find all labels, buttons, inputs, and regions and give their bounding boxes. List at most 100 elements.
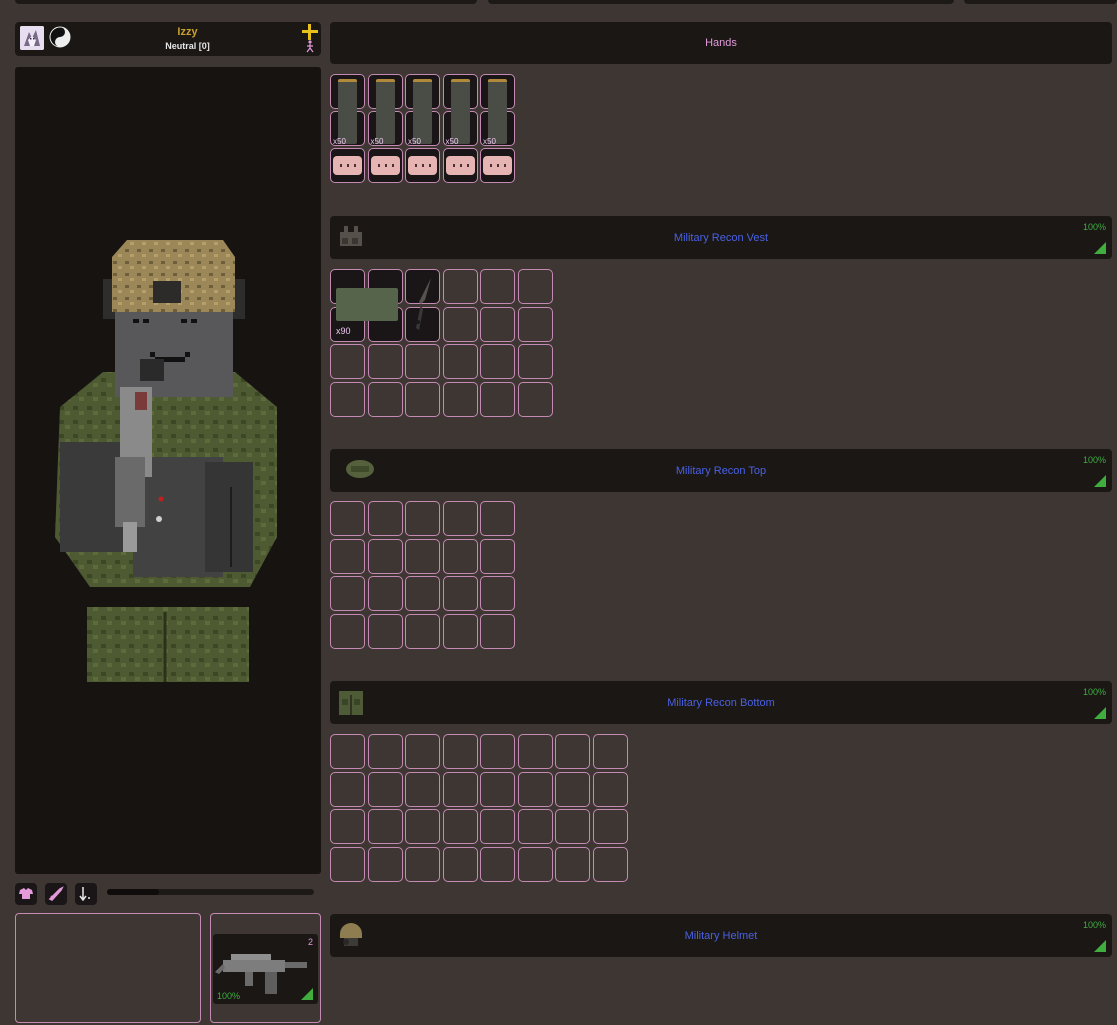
inventory-slot[interactable] <box>442 809 478 844</box>
inventory-slot[interactable] <box>555 734 590 769</box>
inventory-slot[interactable] <box>517 809 553 844</box>
inventory-slot[interactable] <box>405 771 440 807</box>
inventory-slot[interactable] <box>480 269 515 304</box>
inventory-slot[interactable] <box>405 576 440 611</box>
weapon-button[interactable] <box>45 883 67 905</box>
inventory-slot[interactable] <box>367 771 403 807</box>
inventory-slot[interactable] <box>592 809 628 844</box>
inventory-slot[interactable] <box>517 306 553 342</box>
top-durability: 100% <box>1082 455 1106 465</box>
inventory-slot[interactable] <box>517 846 553 882</box>
inventory-slot[interactable] <box>592 771 628 807</box>
clothing-button[interactable] <box>15 883 37 905</box>
inventory-slot[interactable] <box>405 846 440 882</box>
slider-fill[interactable] <box>107 889 159 895</box>
bottom-header[interactable]: Military Recon Bottom 100% <box>330 681 1112 724</box>
inventory-slot[interactable] <box>480 344 515 379</box>
inventory-slot[interactable] <box>480 381 515 417</box>
magazine-qty: x50 <box>370 137 384 146</box>
inventory-slot[interactable] <box>367 734 403 769</box>
inventory-slot[interactable] <box>480 771 515 807</box>
inventory-slot[interactable] <box>517 344 553 379</box>
inventory-slot[interactable] <box>330 613 365 649</box>
knife-icon <box>416 278 431 330</box>
character-viewport[interactable] <box>15 67 321 874</box>
inventory-slot[interactable] <box>367 381 403 417</box>
magazine-qty: x50 <box>408 137 421 146</box>
inventory-slot[interactable] <box>330 501 365 536</box>
vest-title: Military Recon Vest <box>673 231 769 244</box>
inventory-slot[interactable] <box>442 846 478 882</box>
plus-icon[interactable] <box>302 24 318 40</box>
slider-track[interactable] <box>107 889 314 895</box>
inventory-slot[interactable] <box>330 538 365 574</box>
inventory-slot[interactable] <box>555 771 590 807</box>
inventory-slot[interactable] <box>592 846 628 882</box>
helmet-header[interactable]: Military Helmet 100% <box>330 914 1112 957</box>
top-tab-left[interactable] <box>15 0 477 4</box>
inventory-slot[interactable] <box>367 344 403 379</box>
inventory-slot[interactable] <box>442 734 478 769</box>
inventory-slot[interactable] <box>555 809 590 844</box>
inventory-slot[interactable] <box>480 846 515 882</box>
inventory-slot[interactable] <box>367 809 403 844</box>
empty-equip-slot[interactable] <box>15 913 201 1023</box>
inventory-slot[interactable] <box>442 771 478 807</box>
inventory-slot[interactable] <box>405 344 440 379</box>
inventory-slot[interactable] <box>517 771 553 807</box>
inventory-slot[interactable] <box>442 576 478 611</box>
durability-indicator <box>1094 475 1106 487</box>
inventory-slot[interactable] <box>330 771 365 807</box>
magazine-icon <box>338 79 357 144</box>
inventory-slot[interactable] <box>517 269 553 304</box>
top-tab-right[interactable] <box>964 0 1117 4</box>
inventory-slot[interactable] <box>367 576 403 611</box>
drop-button[interactable] <box>75 883 97 905</box>
inventory-slot[interactable] <box>442 269 478 304</box>
inventory-slot[interactable] <box>405 381 440 417</box>
inventory-slot[interactable] <box>480 613 515 649</box>
inventory-slot[interactable] <box>480 501 515 536</box>
inventory-slot[interactable] <box>330 846 365 882</box>
inventory-slot[interactable] <box>517 734 553 769</box>
inventory-slot[interactable] <box>442 538 478 574</box>
top-tab-center[interactable] <box>488 0 954 4</box>
inventory-slot[interactable] <box>330 734 365 769</box>
inventory-slot[interactable] <box>480 306 515 342</box>
inventory-slot[interactable] <box>330 344 365 379</box>
durability-indicator <box>1094 940 1106 952</box>
inventory-slot[interactable] <box>330 576 365 611</box>
hands-title: Hands <box>705 37 737 49</box>
inventory-slot[interactable] <box>367 501 403 536</box>
inventory-slot[interactable] <box>442 381 478 417</box>
inventory-slot[interactable] <box>442 501 478 536</box>
inventory-slot[interactable] <box>555 846 590 882</box>
inventory-slot[interactable] <box>442 306 478 342</box>
inventory-slot[interactable] <box>480 809 515 844</box>
inventory-slot[interactable] <box>517 381 553 417</box>
weapon-card[interactable]: 2 100% <box>213 934 318 1004</box>
inventory-slot[interactable] <box>367 846 403 882</box>
vest-header[interactable]: Military Recon Vest 100% <box>330 216 1112 259</box>
inventory-slot[interactable] <box>405 501 440 536</box>
ammo-box-icon <box>336 288 398 321</box>
durability-indicator <box>301 988 313 1000</box>
weapon-equip-slot[interactable]: 2 100% <box>210 913 321 1023</box>
inventory-slot[interactable] <box>442 344 478 379</box>
inventory-slot[interactable] <box>480 734 515 769</box>
top-header[interactable]: Military Recon Top 100% <box>330 449 1112 492</box>
inventory-slot[interactable] <box>367 613 403 649</box>
inventory-slot[interactable] <box>592 734 628 769</box>
inventory-slot[interactable] <box>405 538 440 574</box>
inventory-slot[interactable] <box>480 538 515 574</box>
inventory-slot[interactable] <box>405 809 440 844</box>
magazine-icon <box>488 79 507 144</box>
inventory-slot[interactable] <box>367 538 403 574</box>
inventory-slot[interactable] <box>405 734 440 769</box>
inventory-slot[interactable] <box>442 613 478 649</box>
figure-icon <box>306 40 314 53</box>
inventory-slot[interactable] <box>330 381 365 417</box>
inventory-slot[interactable] <box>405 613 440 649</box>
inventory-slot[interactable] <box>330 809 365 844</box>
inventory-slot[interactable] <box>480 576 515 611</box>
